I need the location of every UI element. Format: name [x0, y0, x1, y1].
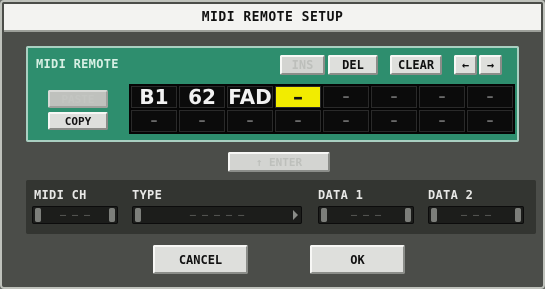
- grid-cell[interactable]: 62: [179, 86, 225, 108]
- data2-field[interactable]: – – –: [428, 206, 524, 224]
- data1-field[interactable]: – – –: [318, 206, 414, 224]
- clear-button[interactable]: CLEAR: [390, 55, 442, 75]
- midi-remote-label: MIDI REMOTE: [36, 57, 119, 71]
- knob-icon: [35, 208, 41, 222]
- grid-cell[interactable]: –: [419, 110, 465, 132]
- grid-cell[interactable]: B1: [131, 86, 177, 108]
- ok-button[interactable]: OK: [310, 245, 405, 274]
- type-label: TYPE: [132, 188, 163, 202]
- right-arrow-icon[interactable]: →: [479, 55, 502, 75]
- grid-cell[interactable]: –: [371, 110, 417, 132]
- left-arrow-icon[interactable]: ←: [454, 55, 477, 75]
- grid-cell[interactable]: –: [131, 110, 177, 132]
- midi-remote-panel: MIDI REMOTE INS DEL CLEAR ← → PASTE COPY…: [26, 46, 519, 142]
- grid-cell[interactable]: –: [371, 86, 417, 108]
- midi-ch-label: MIDI CH: [34, 188, 87, 202]
- chevron-right-icon: [293, 210, 298, 220]
- type-value: – – – – –: [189, 209, 245, 221]
- midi-ch-value: – – –: [59, 209, 91, 221]
- ins-button[interactable]: INS: [280, 55, 325, 75]
- grid-cell[interactable]: –: [467, 110, 513, 132]
- grid-cell-selected[interactable]: –: [275, 86, 321, 108]
- grid-cell[interactable]: –: [419, 86, 465, 108]
- grid-cell[interactable]: –: [467, 86, 513, 108]
- data1-value: – – –: [350, 209, 382, 221]
- type-field[interactable]: – – – – –: [132, 206, 302, 224]
- grid-cell[interactable]: –: [323, 110, 369, 132]
- knob-icon: [135, 208, 141, 222]
- paste-button[interactable]: PASTE: [48, 90, 108, 108]
- grid-cell[interactable]: –: [179, 110, 225, 132]
- midi-remote-setup-window: MIDI REMOTE SETUP MIDI REMOTE INS DEL CL…: [0, 0, 545, 289]
- copy-button[interactable]: COPY: [48, 112, 108, 130]
- cancel-button[interactable]: CANCEL: [153, 245, 248, 274]
- grid-cell[interactable]: FAD: [227, 86, 273, 108]
- midi-ch-field[interactable]: – – –: [32, 206, 118, 224]
- data2-value: – – –: [460, 209, 492, 221]
- midi-message-grid: B1 62 FAD – – – – – – – – – – – – –: [129, 84, 515, 134]
- del-button[interactable]: DEL: [328, 55, 378, 75]
- knob-icon: [431, 208, 437, 222]
- enter-button[interactable]: ↑ ENTER: [228, 152, 330, 172]
- knob-icon: [109, 208, 115, 222]
- window-title: MIDI REMOTE SETUP: [4, 4, 541, 32]
- data1-label: DATA 1: [318, 188, 364, 202]
- grid-cell[interactable]: –: [275, 110, 321, 132]
- knob-icon: [515, 208, 521, 222]
- grid-cell[interactable]: –: [227, 110, 273, 132]
- grid-cell[interactable]: –: [323, 86, 369, 108]
- knob-icon: [405, 208, 411, 222]
- data2-label: DATA 2: [428, 188, 474, 202]
- parameters-panel: MIDI CH TYPE DATA 1 DATA 2 – – – – – – –…: [26, 180, 536, 234]
- knob-icon: [321, 208, 327, 222]
